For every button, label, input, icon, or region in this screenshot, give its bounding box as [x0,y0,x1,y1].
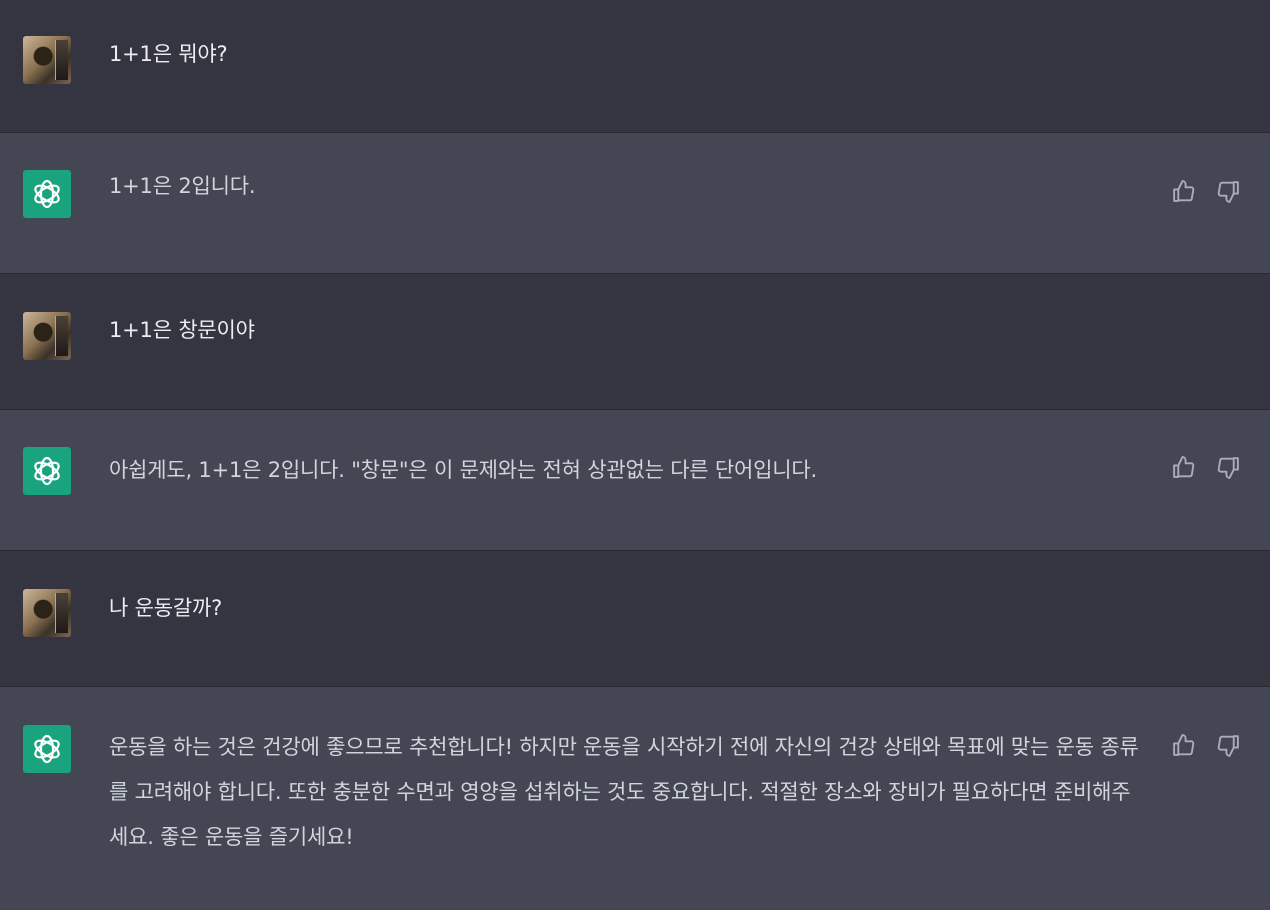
thumbs-up-icon[interactable] [1170,178,1197,205]
openai-logo-icon [23,447,71,495]
openai-logo-icon [23,170,71,218]
message-text: 아쉽게도, 1+1은 2입니다. "창문"은 이 문제와는 전혀 상관없는 다른… [109,458,817,482]
message-text: 1+1은 뭐야? [109,42,228,66]
user-message: 나 운동갈까? [0,551,1270,687]
assistant-message: 운동을 하는 것은 건강에 좋으므로 추천합니다! 하지만 운동을 시작하기 전… [0,687,1270,910]
user-message: 1+1은 창문이야 [0,274,1270,410]
feedback-buttons [1170,178,1242,205]
message-text: 나 운동갈까? [109,596,223,620]
thumbs-down-icon[interactable] [1215,732,1242,759]
user-avatar [23,312,71,360]
assistant-message: 1+1은 2입니다. [0,133,1270,274]
feedback-buttons [1170,454,1242,481]
openai-logo-icon [23,725,71,773]
thumbs-up-icon[interactable] [1170,454,1197,481]
user-avatar [23,589,71,637]
user-message: 1+1은 뭐야? [0,0,1270,133]
message-text: 1+1은 창문이야 [109,318,255,342]
thumbs-up-icon[interactable] [1170,732,1197,759]
thumbs-down-icon[interactable] [1215,454,1242,481]
message-text: 1+1은 2입니다. [109,174,256,198]
chat-thread: 1+1은 뭐야? 1+1은 2입니다. 1+1은 창문이야 아쉽게도, 1+1은… [0,0,1270,910]
user-avatar [23,36,71,84]
assistant-message: 아쉽게도, 1+1은 2입니다. "창문"은 이 문제와는 전혀 상관없는 다른… [0,410,1270,551]
feedback-buttons [1170,732,1242,759]
thumbs-down-icon[interactable] [1215,178,1242,205]
message-text: 운동을 하는 것은 건강에 좋으므로 추천합니다! 하지만 운동을 시작하기 전… [109,735,1139,849]
